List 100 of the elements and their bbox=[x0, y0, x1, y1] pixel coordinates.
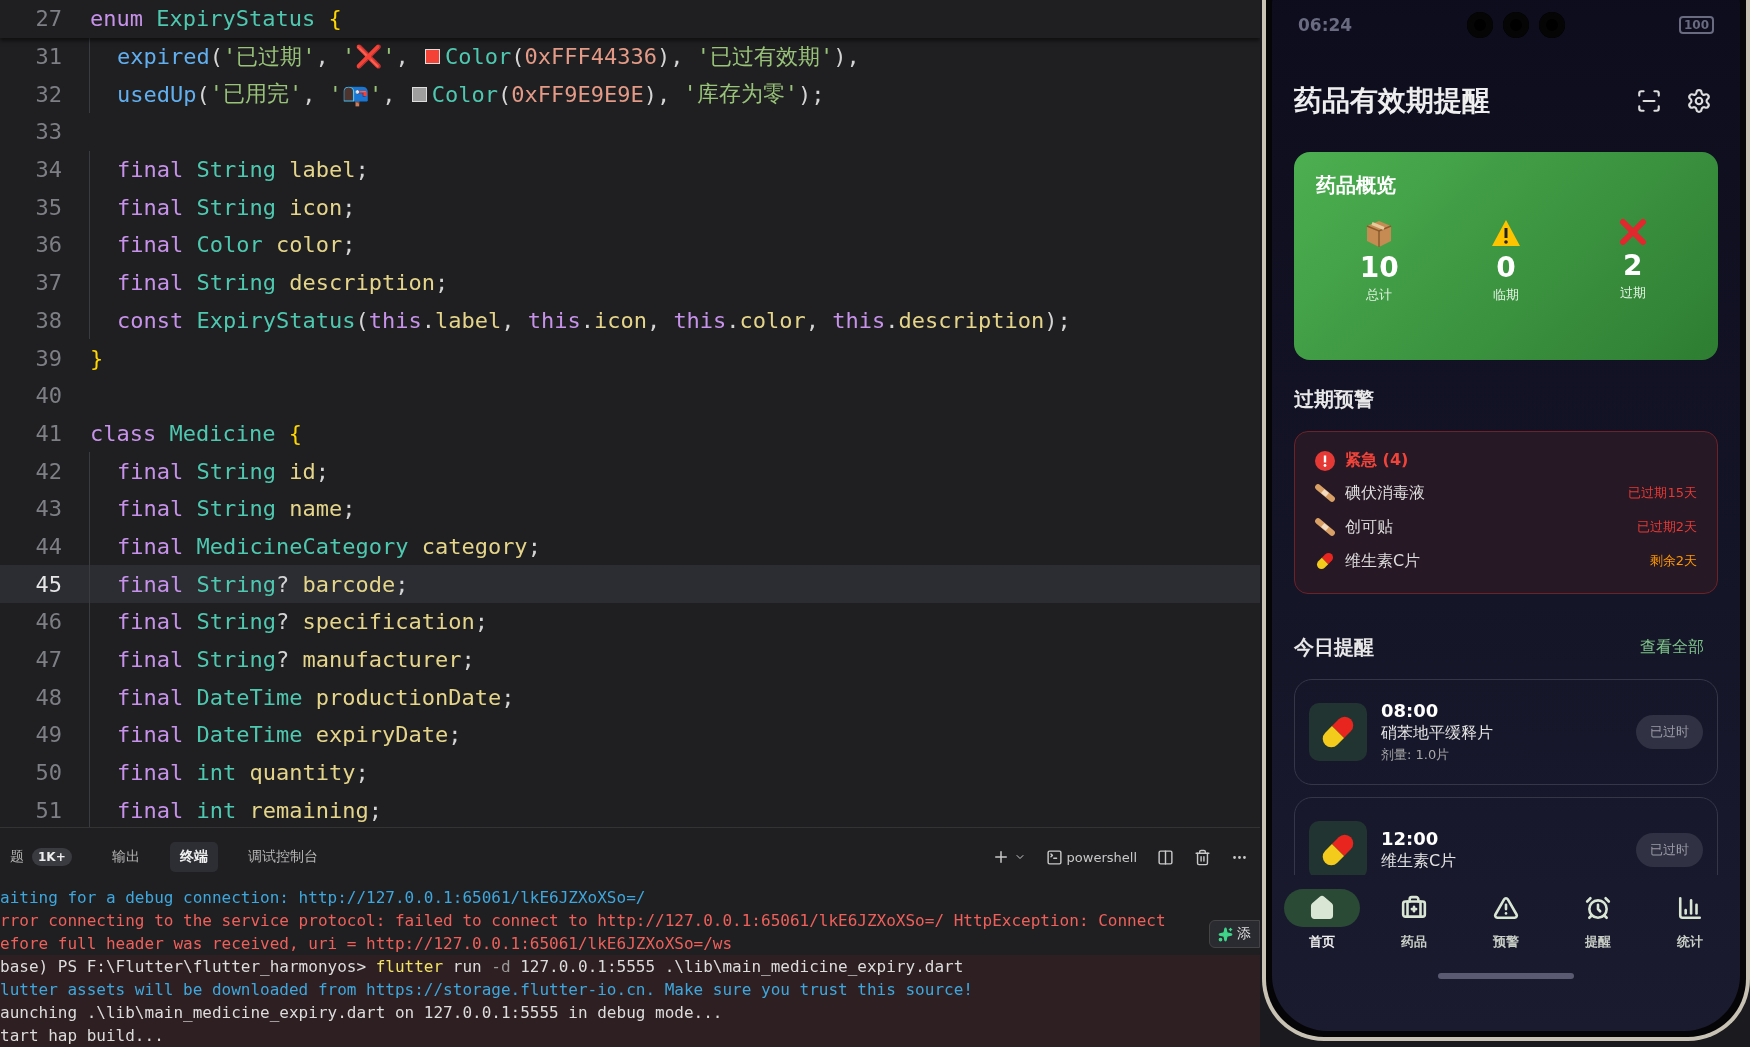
terminal-line: aunching .\lib\main_medicine_expiry.dart on 127.0.0.1:5555 in debug mode... bbox=[0, 1002, 723, 1024]
stat-label: 临期 bbox=[1493, 286, 1519, 304]
code-token: . bbox=[580, 307, 594, 333]
status-chip[interactable]: 已过时 bbox=[1636, 715, 1703, 749]
line-number: 44 bbox=[34, 533, 62, 559]
line-number: 47 bbox=[34, 647, 62, 673]
code-token: ; bbox=[355, 157, 369, 183]
code-token: enum bbox=[90, 6, 144, 32]
code-token: quantity bbox=[249, 760, 356, 786]
view-all-link[interactable]: 查看全部 bbox=[1640, 637, 1704, 658]
card-title: 药品概览 bbox=[1316, 173, 1396, 197]
code-token: icon bbox=[289, 194, 343, 220]
medicine-name: 维生素C片 bbox=[1381, 851, 1458, 872]
code-token: final bbox=[117, 797, 185, 823]
split-icon[interactable] bbox=[1157, 848, 1174, 866]
code-token: this bbox=[368, 307, 422, 333]
shell-selector[interactable]: powershell bbox=[1045, 848, 1137, 866]
line-number: 35 bbox=[34, 194, 62, 220]
code-token: final bbox=[117, 571, 185, 597]
nav-item[interactable]: 预警 bbox=[1460, 889, 1552, 951]
code-token: ; bbox=[434, 270, 449, 296]
app-title: 药品有效期提醒 bbox=[1294, 83, 1491, 119]
code-token: int bbox=[196, 797, 238, 823]
stat-label: 过期 bbox=[1619, 284, 1646, 302]
code-token: class bbox=[90, 420, 158, 446]
code-token: ), bbox=[643, 81, 672, 107]
reminder-time: 08:00 bbox=[1381, 700, 1440, 721]
code-token: this bbox=[527, 307, 581, 333]
code-token: specification bbox=[302, 609, 475, 635]
code-token: '📭' bbox=[328, 81, 383, 107]
code-token: DateTime bbox=[196, 684, 304, 710]
home-icon bbox=[1309, 895, 1335, 921]
nav-item[interactable]: 统计 bbox=[1644, 889, 1736, 951]
code-token: . bbox=[421, 307, 435, 333]
code-token: Medicine bbox=[169, 420, 277, 446]
line-number: 33 bbox=[34, 119, 62, 145]
assistant-button[interactable]: 添 bbox=[1209, 920, 1260, 948]
code-token: ), bbox=[833, 44, 860, 70]
section-title: 过期预警 bbox=[1294, 386, 1374, 413]
expiry-status: 剩余2天 bbox=[1649, 552, 1697, 570]
code-token: 0xFFF44336 bbox=[524, 44, 657, 70]
camera-icon bbox=[1466, 12, 1493, 38]
nav-item[interactable]: 提醒 bbox=[1552, 889, 1644, 951]
expiry-status: 已过期2天 bbox=[1636, 518, 1697, 536]
code-token: Color bbox=[444, 44, 512, 70]
stat-label: 总计 bbox=[1366, 286, 1393, 304]
panel-tab[interactable]: 输出 bbox=[101, 842, 150, 872]
code-token: final bbox=[117, 194, 185, 220]
code-token: ; bbox=[355, 760, 369, 786]
code-token: icon bbox=[593, 307, 647, 333]
code-token: final bbox=[117, 458, 185, 484]
panel-tab[interactable]: 调试控制台 bbox=[237, 842, 328, 872]
reminder-card[interactable]: 08:00 硝苯地平缓释片 剂量: 1.0片 已过时 bbox=[1294, 679, 1718, 785]
line-number: 38 bbox=[34, 307, 62, 333]
alert-heading: 紧急 (4) bbox=[1345, 450, 1409, 471]
settings-icon[interactable] bbox=[1686, 88, 1712, 114]
code-token: final bbox=[117, 647, 185, 673]
line-number: 45 bbox=[34, 571, 62, 597]
line-number: 32 bbox=[34, 81, 62, 107]
nav-item[interactable]: 药品 bbox=[1368, 889, 1460, 951]
code-token: expired bbox=[117, 44, 210, 70]
code-token: { bbox=[288, 420, 302, 446]
code-token: final bbox=[117, 496, 185, 522]
line-number: 31 bbox=[34, 44, 62, 70]
code-token: manufacturer bbox=[302, 647, 462, 673]
code-token: ; bbox=[315, 458, 329, 484]
scan-icon[interactable] bbox=[1636, 88, 1662, 114]
code-token: , bbox=[805, 307, 821, 333]
expiry-status: 已过期15天 bbox=[1628, 484, 1697, 502]
code-token: { bbox=[328, 6, 342, 32]
reminder-time: 12:00 bbox=[1381, 828, 1440, 849]
code-token: 0xFF9E9E9E bbox=[511, 81, 644, 107]
panel-tab[interactable]: 终端 bbox=[169, 842, 218, 872]
code-token: final bbox=[117, 157, 185, 183]
status-chip[interactable]: 已过时 bbox=[1636, 833, 1703, 867]
code-token: ; bbox=[461, 647, 475, 673]
code-token: barcode bbox=[302, 571, 396, 597]
stat-value: 10 bbox=[1359, 251, 1399, 284]
code-token: String bbox=[196, 270, 277, 296]
line-number: 40 bbox=[34, 383, 62, 409]
code-token: ExpiryStatus bbox=[156, 6, 317, 32]
code-token: '已过期' bbox=[222, 42, 316, 71]
battery-level: 100 bbox=[1678, 16, 1714, 34]
code-token: ? bbox=[275, 609, 291, 635]
camera-icon bbox=[1502, 12, 1529, 38]
trash-icon[interactable] bbox=[1194, 848, 1211, 866]
medicine-name: 硝苯地平缓释片 bbox=[1381, 723, 1494, 744]
line-number: 36 bbox=[34, 232, 62, 258]
code-token: color bbox=[275, 232, 343, 258]
medicine-name: 创可贴 bbox=[1345, 516, 1394, 538]
code-token: expiryDate bbox=[315, 722, 449, 748]
code-token: color bbox=[739, 307, 806, 333]
code-token: ); bbox=[797, 81, 825, 107]
code-token: ); bbox=[1044, 307, 1071, 333]
code-token: String bbox=[196, 571, 276, 597]
line-number: 27 bbox=[34, 6, 62, 32]
code-token: ; bbox=[342, 496, 356, 522]
code-token: '已用完' bbox=[209, 80, 303, 109]
panel-tab[interactable]: 题 1K+ bbox=[0, 842, 82, 872]
code-token: '已过有效期' bbox=[696, 42, 834, 71]
